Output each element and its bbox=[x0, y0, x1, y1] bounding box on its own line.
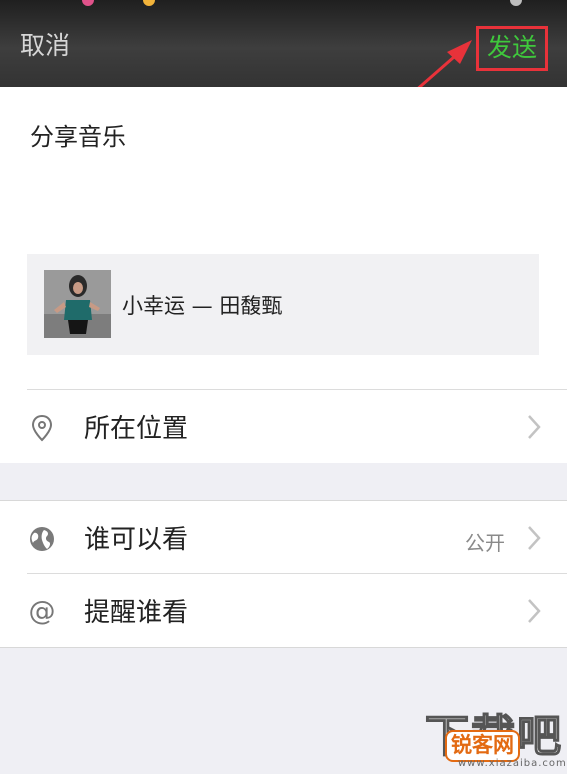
music-card[interactable]: 小幸运 — 田馥甄 bbox=[27, 254, 539, 355]
status-bar-fragment bbox=[0, 0, 567, 8]
share-text[interactable]: 分享音乐 bbox=[30, 117, 126, 152]
who-can-see-row[interactable]: 谁可以看 公开 bbox=[0, 501, 567, 574]
privacy-section: 谁可以看 公开 @ 提醒谁看 bbox=[0, 500, 567, 648]
status-icon bbox=[510, 0, 522, 6]
remind-label: 提醒谁看 bbox=[84, 598, 189, 628]
music-title: 小幸运 — 田馥甄 bbox=[122, 294, 283, 318]
remind-row[interactable]: @ 提醒谁看 bbox=[0, 574, 567, 647]
watermark-url: www.xiazaiba.com bbox=[458, 758, 567, 769]
status-icon bbox=[143, 0, 155, 6]
album-cover-image bbox=[44, 270, 111, 338]
location-row[interactable]: 所在位置 bbox=[0, 390, 567, 463]
at-sign-icon: @ bbox=[28, 596, 56, 627]
cancel-button[interactable]: 取消 bbox=[20, 30, 70, 62]
status-icon bbox=[82, 0, 94, 6]
send-button[interactable]: 发送 bbox=[476, 26, 548, 71]
top-navigation-bar: 取消 发送 bbox=[0, 0, 567, 87]
chevron-right-icon bbox=[528, 415, 541, 439]
location-pin-icon bbox=[31, 414, 53, 442]
who-can-see-label: 谁可以看 bbox=[84, 525, 189, 555]
chevron-right-icon bbox=[528, 599, 541, 623]
location-label: 所在位置 bbox=[84, 414, 189, 444]
chevron-right-icon bbox=[528, 526, 541, 550]
site-watermark: 下载吧 锐客网 www.xiazaiba.com bbox=[424, 700, 567, 774]
visibility-value: 公开 bbox=[465, 531, 505, 555]
globe-icon bbox=[30, 527, 54, 551]
compose-area: 分享音乐 小幸运 — 田馥甄 所在位置 bbox=[0, 87, 567, 463]
